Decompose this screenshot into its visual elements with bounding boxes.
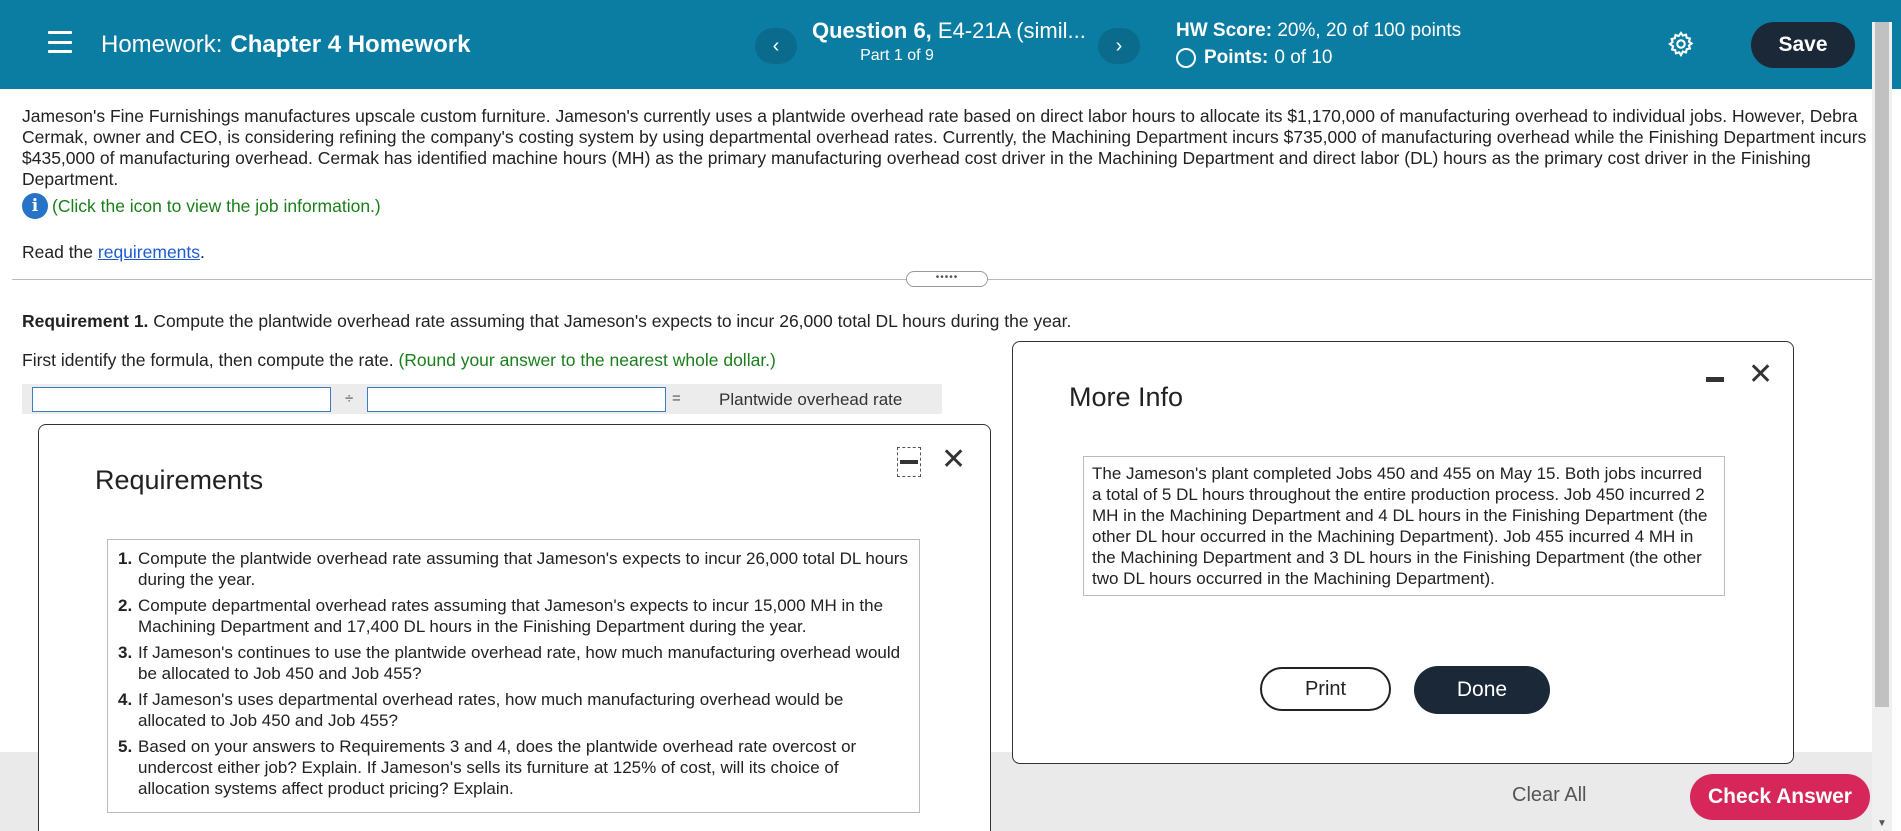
requirement-1-label: Requirement 1. [22, 311, 149, 331]
read-suffix: . [200, 242, 205, 262]
read-requirements: Read the requirements. [22, 242, 205, 263]
hw-score: HW Score: 20%, 20 of 100 points [1176, 20, 1461, 42]
page-scrollbar[interactable]: ▼ [1872, 22, 1892, 831]
menu-icon[interactable] [48, 31, 72, 53]
requirements-link[interactable]: requirements [98, 242, 200, 262]
formula-hint: First identify the formula, then compute… [22, 350, 776, 371]
close-icon[interactable]: ✕ [941, 445, 966, 475]
points-value: 0 of 10 [1274, 47, 1333, 68]
chevron-right-icon: › [1115, 34, 1123, 57]
requirements-title: Requirements [95, 465, 264, 495]
divider-handle[interactable]: ••••• [906, 271, 988, 287]
scroll-down-arrow-icon[interactable]: ▼ [1877, 818, 1887, 829]
question-part: Part 1 of 9 [860, 47, 934, 64]
job-info-text: The Jameson's plant completed Jobs 450 a… [1083, 456, 1725, 596]
homework-label: Homework: [101, 31, 223, 58]
more-info-dialog: More Info ✕ The Jameson's plant complete… [1012, 341, 1794, 764]
job-info-row: i (Click the icon to view the job inform… [22, 193, 381, 219]
chevron-left-icon: ‹ [772, 34, 780, 57]
job-info-link[interactable]: (Click the icon to view the job informat… [52, 196, 381, 217]
formula-denominator-input[interactable] [367, 387, 666, 412]
question-name: E4-21A (simil... [931, 18, 1086, 43]
homework-name: Chapter 4 Homework [230, 31, 471, 58]
list-item: 2. Compute departmental overhead rates as… [118, 596, 884, 636]
list-item: 5. Based on your answers to Requirements … [118, 737, 857, 798]
requirements-list: 1. Compute the plantwide overhead rate as… [107, 539, 920, 813]
gear-icon[interactable] [1667, 30, 1695, 58]
homework-title: Homework: Chapter 4 Homework [101, 31, 470, 59]
minimize-icon[interactable] [1706, 377, 1724, 382]
question-number: Question 6, [812, 18, 932, 43]
previous-question-button[interactable]: ‹ [755, 28, 797, 64]
equals-symbol: = [672, 390, 681, 407]
list-item: 4. If Jameson's uses departmental overhea… [118, 690, 844, 730]
print-button[interactable]: Print [1260, 667, 1391, 711]
check-answer-button[interactable]: Check Answer [1690, 774, 1870, 820]
list-item: 1. Compute the plantwide overhead rate as… [118, 549, 908, 589]
formula-numerator-input[interactable] [32, 387, 331, 412]
close-icon[interactable]: ✕ [1748, 360, 1773, 390]
read-prefix: Read the [22, 242, 98, 262]
list-item: 3. If Jameson's continues to use the plan… [118, 643, 901, 683]
clear-all-button[interactable]: Clear All [1512, 784, 1586, 807]
requirement-1-body: Compute the plantwide overhead rate assu… [148, 311, 1072, 331]
done-button[interactable]: Done [1414, 666, 1550, 714]
hw-score-label: HW Score: [1176, 20, 1273, 41]
scrollbar-thumb[interactable] [1875, 22, 1889, 707]
formula-row: ÷ = Plantwide overhead rate [22, 384, 942, 414]
problem-statement: Jameson's Fine Furnishings manufactures … [22, 106, 1867, 189]
rounding-hint: (Round your answer to the nearest whole … [398, 350, 776, 370]
points-circle-icon [1176, 48, 1196, 68]
question-title: Question 6, E4-21A (simil... [812, 18, 1086, 44]
divide-symbol: ÷ [345, 390, 354, 407]
minimize-icon[interactable] [897, 447, 921, 477]
more-info-title: More Info [1069, 382, 1184, 412]
requirements-dialog: Requirements ✕ 1. Compute the plantwide o… [38, 424, 991, 831]
info-icon[interactable]: i [22, 193, 48, 219]
save-button[interactable]: Save [1751, 22, 1855, 68]
points: Points: 0 of 10 [1176, 47, 1333, 69]
formula-result-label: Plantwide overhead rate [719, 390, 903, 409]
hw-score-value: 20%, 20 of 100 points [1272, 20, 1462, 41]
top-bar: Homework: Chapter 4 Homework ‹ Question 6… [0, 0, 1901, 89]
formula-hint-text: First identify the formula, then compute… [22, 350, 399, 370]
requirement-1-text: Requirement 1. Compute the plantwide ove… [22, 311, 1071, 332]
points-label: Points: [1204, 47, 1269, 68]
next-question-button[interactable]: › [1098, 28, 1140, 64]
